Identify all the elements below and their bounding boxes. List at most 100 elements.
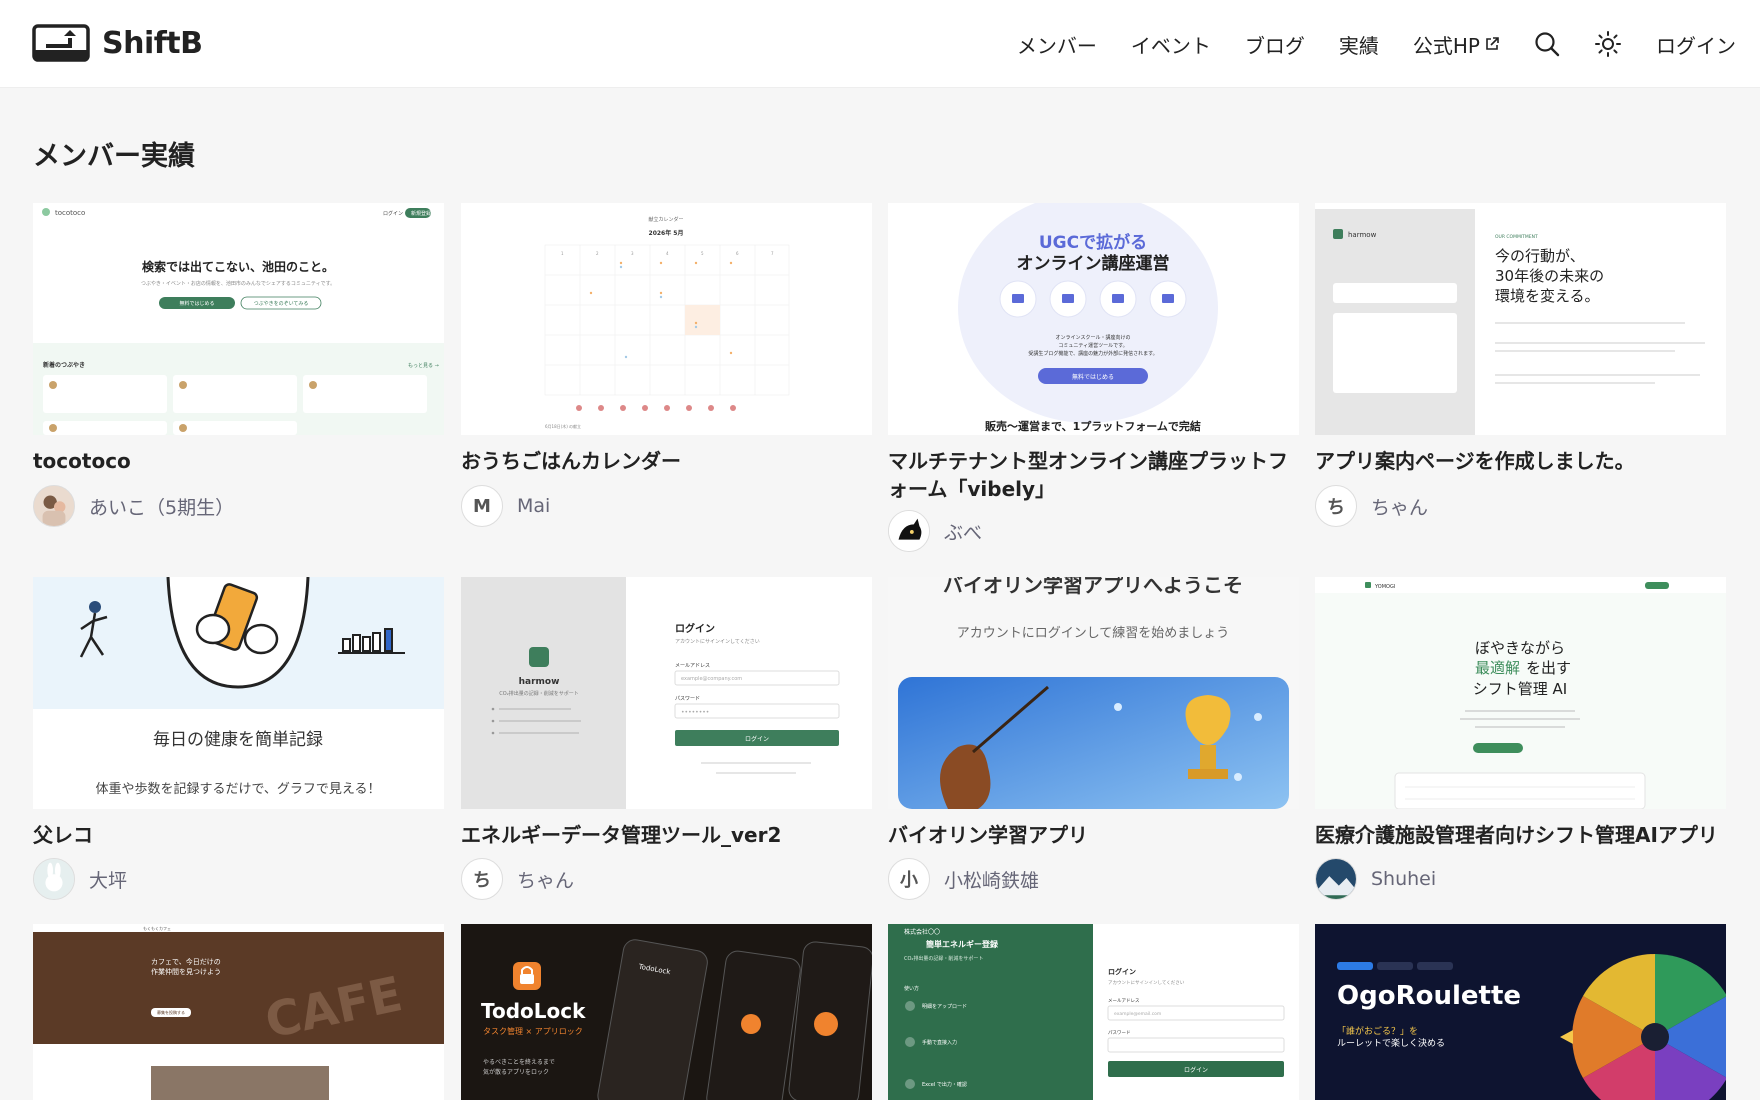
author[interactable]: 大坪: [33, 858, 127, 900]
project-thumbnail[interactable]: harmow CO₂排出量の記録・削減をサポート ログイン アカウントにサインイ…: [461, 577, 872, 809]
svg-text:CO₂排出量の記録・削減をサポート: CO₂排出量の記録・削減をサポート: [904, 955, 983, 962]
svg-text:オンラインスクール・講座向けの: オンラインスクール・講座向けの: [1056, 334, 1131, 341]
project-thumbnail[interactable]: UGCで拡がる オンライン講座運営 オンラインスクール・講座向けの コミュニティ…: [888, 203, 1299, 435]
project-thumbnail[interactable]: 献立カレンダー 2026年 5月 1234567 6月18日(木) の献立: [461, 203, 872, 435]
svg-text:カフェで、今日だけの: カフェで、今日だけの: [151, 957, 221, 966]
yomogi-screenshot: YOMOGI ぼやきながら 最適解 を出す シフト管理 AI: [1315, 577, 1726, 809]
svg-text:もっと見る →: もっと見る →: [408, 363, 439, 369]
avatar: [888, 510, 930, 552]
project-thumbnail[interactable]: 毎日の健康を簡単記録 体重や歩数を記録するだけで、グラフで見える！: [33, 577, 444, 809]
avatar: [1315, 858, 1357, 900]
svg-text:30年後の未来の: 30年後の未来の: [1495, 267, 1604, 285]
svg-text:受講生ブログ機能で、講座の魅力が外部に発信されます。: 受講生ブログ機能で、講座の魅力が外部に発信されます。: [1028, 350, 1157, 357]
project-thumbnail[interactable]: YOMOGI ぼやきながら 最適解 を出す シフト管理 AI: [1315, 577, 1726, 809]
author[interactable]: Shuhei: [1315, 858, 1436, 900]
cafe-screenshot: もくもくカフェ CAFE カフェで、今日だけの 作業仲間を見つけよう 募集を投稿…: [33, 924, 444, 1100]
svg-text:パスワード: パスワード: [1108, 1030, 1131, 1036]
project-thumbnail[interactable]: tocotoco ログイン 新規登録 検索では出てこない、池田のこと。 つぶやき…: [33, 203, 444, 435]
author-name: 小松崎鉄雄: [944, 869, 1040, 892]
svg-text:アカウントにサインインしてください: アカウントにサインインしてください: [1108, 979, 1185, 986]
svg-text:使い方: 使い方: [904, 985, 919, 992]
logo[interactable]: ShiftB: [32, 24, 203, 62]
svg-text:「誰がおごる？」を: 「誰がおごる？」を: [1337, 1025, 1418, 1037]
nav-members[interactable]: メンバー: [1017, 30, 1097, 59]
svg-text:無料ではじめる: 無料ではじめる: [1072, 373, 1114, 381]
project-thumbnail[interactable]: harmow OUR COMMITMENT 今の行動が、 30年後の未来の 環境…: [1315, 203, 1726, 435]
svg-text:ぼやきながら: ぼやきながら: [1475, 639, 1565, 657]
project-title[interactable]: アプリ案内ページを作成しました。: [1315, 447, 1726, 475]
project-title[interactable]: バイオリン学習アプリ: [888, 821, 1299, 849]
page-title: メンバー実績: [33, 141, 195, 172]
svg-text:株式会社〇〇: 株式会社〇〇: [904, 928, 940, 936]
svg-text:6月18日(木) の献立: 6月18日(木) の献立: [545, 423, 581, 429]
project-thumbnail[interactable]: OgoRoulette 「誰がおごる？」を ルーレットで楽しく決める: [1315, 924, 1726, 1100]
nav-results[interactable]: 実績: [1339, 30, 1379, 59]
search-button[interactable]: [1534, 31, 1560, 57]
project-title[interactable]: エネルギーデータ管理ツール_ver2: [461, 821, 872, 849]
project-title[interactable]: 父レコ: [33, 821, 444, 849]
svg-text:新着のつぶやき: 新着のつぶやき: [43, 361, 85, 369]
author[interactable]: ち ちゃん: [461, 858, 574, 900]
mountain-avatar-icon: [1316, 859, 1356, 899]
svg-text:作業仲間を見つけよう: 作業仲間を見つけよう: [151, 967, 221, 976]
author[interactable]: ち ちゃん: [1315, 485, 1428, 527]
login-link[interactable]: ログイン: [1656, 30, 1736, 59]
theme-toggle-button[interactable]: [1594, 30, 1622, 58]
svg-text:気が散るアプリをロック: 気が散るアプリをロック: [483, 1068, 549, 1076]
avatar: ち: [1315, 485, 1357, 527]
project-thumbnail[interactable]: TodoLock タスク管理 × アプリロック やるべきことを終えるまで 気が散…: [461, 924, 872, 1100]
logo-icon: [32, 24, 90, 62]
svg-text:オンライン講座運営: オンライン講座運営: [1017, 253, 1170, 274]
svg-text:検索では出てこない、池田のこと。: 検索では出てこない、池田のこと。: [142, 259, 334, 274]
rabbit-avatar-icon: [34, 859, 74, 899]
svg-text:••••••••: ••••••••: [681, 709, 709, 716]
author[interactable]: ぶべ: [888, 510, 982, 552]
author[interactable]: M Mai: [461, 485, 550, 527]
svg-text:UGCで拡がる: UGCで拡がる: [1039, 232, 1147, 253]
svg-text:アカウントにサインインしてください: アカウントにサインインしてください: [675, 638, 760, 645]
author-name: Mai: [517, 495, 551, 517]
svg-text:手動で直接入力: 手動で直接入力: [922, 1039, 957, 1046]
violin-app-screenshot: バイオリン学習アプリへようこそ アカウントにログインして練習を始めましょう: [888, 577, 1299, 809]
avatar: 小: [888, 858, 930, 900]
tocotoco-screenshot: tocotoco ログイン 新規登録 検索では出てこない、池田のこと。 つぶやき…: [33, 203, 444, 435]
svg-text:tocotoco: tocotoco: [55, 209, 85, 217]
svg-text:無料ではじめる: 無料ではじめる: [179, 300, 214, 307]
svg-text:を出す: を出す: [1526, 659, 1571, 677]
vibely-screenshot: UGCで拡がる オンライン講座運営 オンラインスクール・講座向けの コミュニティ…: [888, 203, 1299, 435]
main-nav: メンバー イベント ブログ 実績 公式HP ログイン: [983, 24, 1736, 64]
author-name: ちゃん: [517, 869, 575, 892]
sun-icon: [1595, 31, 1621, 57]
svg-text:メールアドレス: メールアドレス: [675, 663, 710, 669]
project-thumbnail[interactable]: 株式会社〇〇 簡単エネルギー登録 CO₂排出量の記録・削減をサポート 使い方 明…: [888, 924, 1299, 1100]
svg-text:harmow: harmow: [519, 677, 560, 687]
harmow-screenshot: harmow OUR COMMITMENT 今の行動が、 30年後の未来の 環境…: [1315, 203, 1726, 435]
svg-text:献立カレンダー: 献立カレンダー: [648, 216, 683, 223]
svg-text:YOMOGI: YOMOGI: [1374, 584, 1395, 590]
project-thumbnail[interactable]: もくもくカフェ CAFE カフェで、今日だけの 作業仲間を見つけよう 募集を投稿…: [33, 924, 444, 1100]
author[interactable]: あいこ（5期生）: [33, 485, 234, 527]
nav-official-hp[interactable]: 公式HP: [1413, 30, 1500, 59]
svg-text:つぶやきをのぞいてみる: つぶやきをのぞいてみる: [254, 300, 309, 307]
svg-text:タスク管理 × アプリロック: タスク管理 × アプリロック: [483, 1026, 583, 1036]
cat-avatar-icon: [889, 511, 929, 551]
project-title[interactable]: マルチテナント型オンライン講座プラットフォーム「vibely」: [888, 447, 1299, 503]
svg-text:つぶやき・イベント・お店の情報を、池田市のみんなでシェアする: つぶやき・イベント・お店の情報を、池田市のみんなでシェアするコミュニティです。: [141, 280, 335, 287]
avatar: [33, 858, 75, 900]
author[interactable]: 小 小松崎鉄雄: [888, 858, 1039, 900]
simple-energy-screenshot: 株式会社〇〇 簡単エネルギー登録 CO₂排出量の記録・削減をサポート 使い方 明…: [888, 924, 1299, 1100]
svg-text:ログイン: ログイン: [675, 622, 715, 635]
svg-text:もくもくカフェ: もくもくカフェ: [143, 926, 171, 931]
project-title[interactable]: 医療介護施設管理者向けシフト管理AIアプリ: [1315, 821, 1726, 849]
author-name: ぶべ: [944, 521, 983, 544]
external-link-icon: [1486, 37, 1499, 50]
svg-text:募集を投稿する: 募集を投稿する: [157, 1009, 185, 1015]
svg-text:販売〜運営まで、1プラットフォームで完結: 販売〜運営まで、1プラットフォームで完結: [985, 419, 1201, 433]
nav-events[interactable]: イベント: [1131, 30, 1211, 59]
author-name: ちゃん: [1371, 496, 1429, 519]
author-name: あいこ（5期生）: [89, 496, 235, 519]
project-thumbnail[interactable]: バイオリン学習アプリへようこそ アカウントにログインして練習を始めましょう: [888, 577, 1299, 809]
nav-blog[interactable]: ブログ: [1245, 30, 1305, 59]
project-title[interactable]: おうちごはんカレンダー: [461, 447, 872, 475]
project-title[interactable]: tocotoco: [33, 447, 444, 475]
